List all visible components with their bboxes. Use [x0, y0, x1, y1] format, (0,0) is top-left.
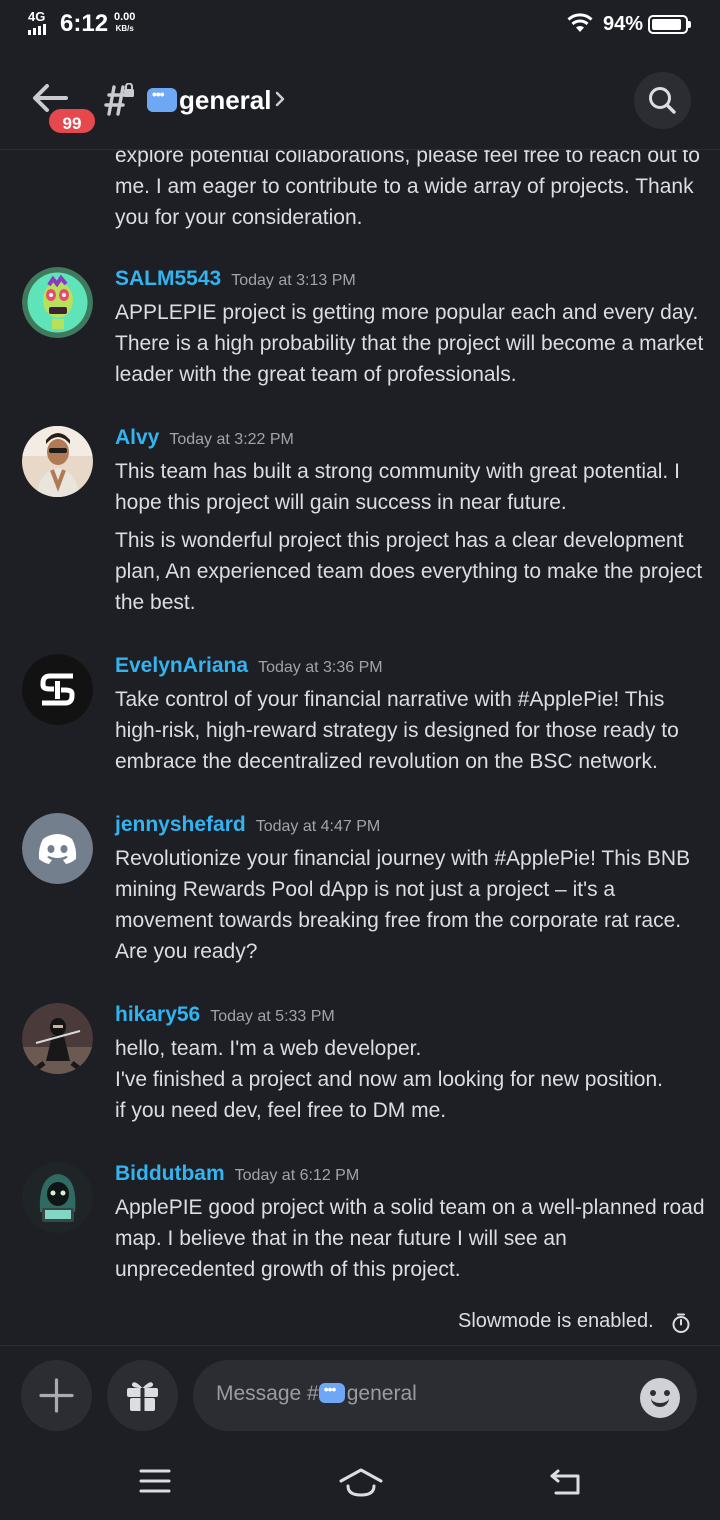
avatar[interactable]	[22, 813, 93, 884]
signal-icon	[28, 24, 46, 35]
gift-button[interactable]	[107, 1360, 178, 1431]
message-body: ApplePIE good project with a solid team …	[115, 1192, 705, 1285]
username[interactable]: EvelynAriana	[115, 654, 248, 677]
timestamp: Today at 6:12 PM	[234, 1167, 360, 1184]
message-body: This team has built a strong community w…	[115, 456, 705, 618]
menu-icon[interactable]	[139, 1467, 171, 1495]
message-header: SALM5543 Today at 3:13 PM	[115, 267, 356, 291]
message-header: hikary56 Today at 5:33 PM	[115, 1003, 335, 1027]
username[interactable]: jennyshefard	[115, 813, 246, 836]
message-text: Revolutionize your financial journey wit…	[115, 847, 691, 963]
gift-icon	[127, 1382, 158, 1411]
person-avatar-icon	[22, 426, 93, 497]
message-header: Biddutbam Today at 6:12 PM	[115, 1162, 359, 1186]
logo-avatar-icon	[22, 654, 93, 725]
placeholder-prefix: Message #	[216, 1382, 319, 1405]
message-text: This is wonderful project this project h…	[115, 529, 703, 614]
message-text: hello, team. I'm a web developer.	[115, 1037, 422, 1060]
attach-button[interactable]	[21, 1360, 92, 1431]
username[interactable]: Biddutbam	[115, 1162, 225, 1185]
home-icon[interactable]	[338, 1467, 384, 1499]
timestamp: Today at 3:13 PM	[231, 272, 356, 289]
plus-icon	[39, 1378, 74, 1413]
message-continuation: explore potential collaborations, please…	[115, 144, 700, 229]
placeholder-channel: general	[346, 1382, 417, 1405]
speed-value: 0.00	[114, 11, 136, 23]
hooded-hacker-avatar-icon	[22, 1162, 93, 1233]
message-text: ApplePIE good project with a solid team …	[115, 1196, 705, 1281]
battery-icon	[648, 15, 691, 34]
speech-balloon-emoji	[147, 86, 177, 112]
network-type: 4G	[28, 9, 46, 24]
message-header: jennyshefard Today at 4:47 PM	[115, 813, 380, 837]
emoji-picker-icon[interactable]	[640, 1378, 680, 1418]
system-nav-bar	[0, 1445, 720, 1520]
message-list[interactable]: explore potential collaborations, please…	[0, 135, 720, 1335]
username[interactable]: SALM5543	[115, 267, 221, 290]
message-body: APPLEPIE project is getting more popular…	[115, 297, 705, 390]
channel-name: general	[179, 85, 272, 115]
message-header: Alvy Today at 3:22 PM	[115, 426, 294, 450]
back-nav-icon[interactable]	[548, 1467, 582, 1497]
chevron-right-icon[interactable]	[272, 87, 288, 111]
message-body: hello, team. I'm a web developer. I've f…	[115, 1033, 705, 1126]
search-icon	[649, 87, 676, 114]
channel-header: 99 general	[0, 55, 720, 150]
avatar[interactable]	[22, 654, 93, 725]
stopwatch-icon	[672, 1313, 690, 1333]
channel-title[interactable]: general	[147, 85, 272, 116]
message-text: if you need dev, feel free to DM me.	[115, 1099, 447, 1122]
timestamp: Today at 3:36 PM	[258, 659, 383, 676]
message-placeholder: Message # general	[216, 1381, 417, 1406]
message-text: APPLEPIE project is getting more popular…	[115, 301, 704, 386]
avatar[interactable]	[22, 1162, 93, 1233]
message-text: Take control of your financial narrative…	[115, 688, 679, 773]
avatar[interactable]	[22, 267, 93, 338]
speech-balloon-emoji	[318, 1381, 345, 1403]
avatar[interactable]	[22, 426, 93, 497]
locked-hashtag-icon	[104, 83, 134, 116]
timestamp: Today at 3:22 PM	[169, 431, 294, 448]
timestamp: Today at 5:33 PM	[210, 1008, 335, 1025]
speed-unit: KB/s	[115, 24, 134, 33]
message-input[interactable]: Message # general	[193, 1360, 697, 1431]
message-body: Take control of your financial narrative…	[115, 684, 705, 777]
network-speed: 0.00 KB/s	[114, 12, 135, 34]
message-text: This team has built a strong community w…	[115, 460, 680, 514]
zombie-avatar-icon	[22, 267, 93, 338]
message-text: I've finished a project and now am looki…	[115, 1068, 663, 1091]
message-header: EvelynAriana Today at 3:36 PM	[115, 654, 383, 678]
status-bar: 4G 6:12 0.00 KB/s 94%	[0, 0, 720, 50]
search-button[interactable]	[634, 72, 691, 129]
username[interactable]: Alvy	[115, 426, 159, 449]
message-body: Revolutionize your financial journey wit…	[115, 843, 705, 967]
message-composer: Message # general	[0, 1345, 720, 1445]
discord-default-avatar-icon	[22, 813, 93, 884]
timestamp: Today at 4:47 PM	[255, 818, 381, 835]
battery-percent: 94%	[603, 13, 644, 35]
unread-badge: 99	[46, 106, 98, 136]
ninja-avatar-icon	[22, 1003, 93, 1074]
username[interactable]: hikary56	[115, 1003, 200, 1026]
clock: 6:12	[60, 10, 109, 37]
slowmode-notice: Slowmode is enabled.	[458, 1310, 654, 1332]
wifi-icon	[567, 13, 593, 32]
avatar[interactable]	[22, 1003, 93, 1074]
